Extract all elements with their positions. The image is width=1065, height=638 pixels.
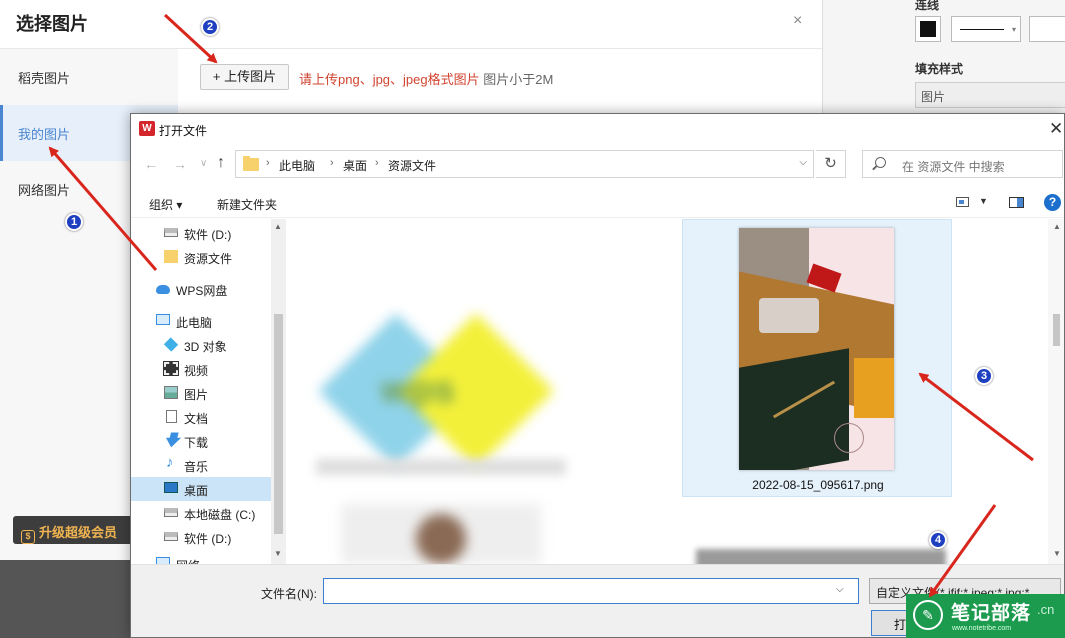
fill-style-label: 填充样式 [915, 62, 964, 76]
tree-item-wps-cloud[interactable]: WPS网盘 [131, 277, 271, 301]
tree-item-this-pc[interactable]: 此电脑 [131, 309, 271, 333]
scroll-down-icon[interactable]: ▼ [274, 549, 282, 558]
annotation-badge-4: 4 [929, 531, 947, 549]
drive-icon [164, 228, 178, 237]
close-icon[interactable]: × [793, 12, 802, 30]
blurred-thumbnail[interactable] [341, 504, 541, 564]
download-icon: 🡇 [164, 432, 180, 449]
breadcrumb-desktop[interactable]: 桌面 [343, 157, 367, 174]
title-bar[interactable]: W 打开文件 ✕ [131, 114, 1064, 144]
background-strip [0, 560, 131, 638]
tree-item-music[interactable]: ♪ 音乐 [131, 453, 271, 477]
content-scrollbar[interactable]: ▲ ▼ [1048, 219, 1064, 564]
search-icon [875, 157, 886, 168]
image-thumbnail [739, 228, 894, 470]
upgrade-vip-button[interactable]: $ 升级超级会员 [13, 516, 138, 544]
chevron-down-icon[interactable]: ⌵ [836, 584, 844, 595]
tree-item-documents[interactable]: 文档 [131, 405, 271, 429]
picture-icon [164, 386, 178, 399]
tree-item-pictures[interactable]: 图片 [131, 381, 271, 405]
upload-format-hint: 请上传png、jpg、jpeg格式图片 图片小于2M [299, 72, 554, 87]
upload-bar: + 上传图片 请上传png、jpg、jpeg格式图片 图片小于2M [178, 48, 822, 112]
folder-icon [164, 250, 178, 263]
upload-image-button[interactable]: + 上传图片 [200, 64, 289, 90]
pen-icon: ✎ [913, 600, 943, 630]
blurred-filename [316, 459, 566, 475]
file-content-area: wps 2022-08-15_095617.png ▲ ▼ [286, 219, 1064, 564]
fill-style-select[interactable]: 图片 [915, 82, 1065, 108]
history-chevron-icon[interactable]: ∨ [200, 158, 207, 169]
navigation-tree: 软件 (D:) 资源文件 WPS网盘 此电脑 3D 对象 视频 图片 文档 🡇 下… [131, 219, 286, 564]
dialog-title: 打开文件 [159, 124, 208, 138]
site-watermark: ✎ 笔记部落 .cn www.notetribe.com [906, 594, 1065, 638]
tree-item-desktop[interactable]: 桌面 [131, 477, 271, 501]
annotation-badge-2: 2 [201, 18, 219, 36]
music-icon: ♪ [166, 454, 174, 471]
drive-icon [164, 508, 178, 517]
organize-button[interactable]: 组织 ▾ [149, 196, 182, 213]
close-icon[interactable]: ✕ [1049, 119, 1063, 139]
view-dropdown-icon[interactable]: ▼ [979, 196, 988, 206]
line-color-swatch[interactable] [915, 16, 941, 42]
dialog-title: 选择图片 [16, 14, 88, 34]
scroll-thumb[interactable] [1053, 314, 1060, 346]
preview-pane-icon[interactable] [1009, 197, 1024, 208]
forward-arrow-icon[interactable]: → [173, 156, 187, 172]
wps-logo-icon: W [139, 121, 155, 136]
video-icon [163, 361, 179, 376]
filename-label: 文件名(N): [261, 587, 317, 601]
search-input[interactable]: 在 资源文件 中搜索 [862, 150, 1063, 178]
refresh-button[interactable]: ↻ [816, 150, 846, 178]
blurred-thumbnail[interactable] [696, 549, 946, 564]
view-mode-icon[interactable] [956, 197, 969, 207]
computer-icon [156, 314, 170, 325]
tree-item-downloads[interactable]: 🡇 下载 [131, 429, 271, 453]
help-icon[interactable]: ? [1044, 194, 1061, 211]
chevron-down-icon[interactable]: ⌵ [799, 157, 807, 168]
tree-item-videos[interactable]: 视频 [131, 357, 271, 381]
scroll-up-icon[interactable]: ▲ [1053, 222, 1061, 231]
desktop-icon [164, 482, 178, 493]
drive-icon [164, 532, 178, 541]
new-folder-button[interactable]: 新建文件夹 [217, 196, 277, 213]
back-arrow-icon[interactable]: ← [144, 156, 158, 172]
coin-icon: $ [21, 530, 35, 544]
folder-icon [243, 156, 259, 171]
upload-size-limit: 图片小于2M [483, 72, 554, 87]
file-name-label: 2022-08-15_095617.png [752, 478, 884, 492]
annotation-badge-3: 3 [975, 367, 993, 385]
sidebar-item-docer-images[interactable]: 稻壳图片 [0, 49, 178, 105]
filename-input[interactable] [323, 578, 859, 604]
breadcrumb-this-pc[interactable]: 此电脑 [279, 157, 315, 174]
toolbar: 组织 ▾ 新建文件夹 ▼ ? [131, 188, 1064, 218]
line-style-dropdown[interactable]: ▾ [951, 16, 1021, 42]
selected-file-tile[interactable]: 2022-08-15_095617.png [682, 219, 952, 497]
open-file-dialog: W 打开文件 ✕ ← → ∨ ↑ › 此电脑 › 桌面 › 资源文件 ⌵ ↻ 在… [130, 113, 1065, 638]
network-icon [156, 557, 170, 564]
document-icon [166, 410, 177, 423]
scroll-down-icon[interactable]: ▼ [1053, 549, 1061, 558]
tree-item-drive-d-2[interactable]: 软件 (D:) [131, 525, 271, 549]
tree-item-3d-objects[interactable]: 3D 对象 [131, 333, 271, 357]
up-arrow-icon[interactable]: ↑ [217, 154, 225, 172]
line-width-input[interactable] [1029, 16, 1065, 42]
cloud-icon [156, 285, 170, 294]
tree-scrollbar[interactable]: ▲ ▼ [271, 219, 286, 564]
address-bar[interactable]: › 此电脑 › 桌面 › 资源文件 ⌵ [235, 150, 814, 178]
tree-item-drive-c[interactable]: 本地磁盘 (C:) [131, 501, 271, 525]
tree-item-network[interactable]: 网络 [131, 552, 271, 564]
tree-item-resources[interactable]: 资源文件 [131, 245, 271, 269]
line-label: 连线 [915, 0, 940, 12]
tree-item-drive-d[interactable]: 软件 (D:) [131, 221, 271, 245]
navigation-bar: ← → ∨ ↑ › 此电脑 › 桌面 › 资源文件 ⌵ ↻ 在 资源文件 中搜索 [131, 148, 1064, 180]
breadcrumb-resources[interactable]: 资源文件 [388, 157, 436, 174]
cube-icon [163, 337, 179, 352]
scroll-thumb[interactable] [274, 314, 283, 534]
annotation-badge-1: 1 [65, 213, 83, 231]
scroll-up-icon[interactable]: ▲ [274, 222, 282, 231]
